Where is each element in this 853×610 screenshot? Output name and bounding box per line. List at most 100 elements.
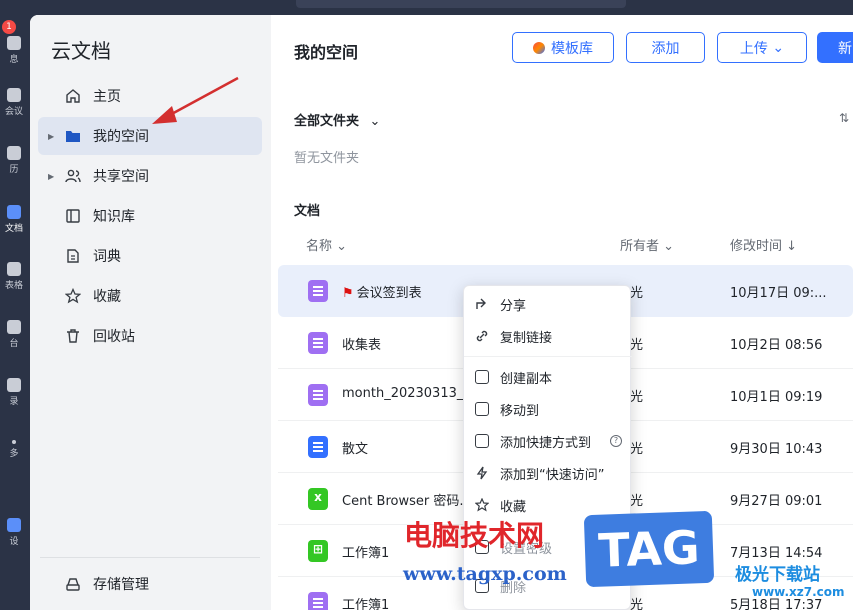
empty-folders-text: 暂无文件夹 xyxy=(294,151,360,166)
sheet-file-icon xyxy=(308,332,328,354)
file-modified: 7月13日 14:54 xyxy=(730,546,823,561)
file-name-text: 会议签到表 xyxy=(356,286,422,301)
rail-workspace[interactable]: 台 xyxy=(0,320,28,349)
watermark-site-url: www.tagxp.com xyxy=(403,563,567,585)
sheet-file-icon xyxy=(308,592,328,610)
button-label: 添加 xyxy=(651,40,680,57)
sidebar-item-label: 知识库 xyxy=(93,209,135,225)
file-name[interactable]: Cent Browser 密码... xyxy=(342,490,472,509)
file-modified: 10月2日 08:56 xyxy=(730,338,823,353)
lightning-icon xyxy=(476,466,488,480)
file-name[interactable]: 工作簿1 xyxy=(342,594,389,610)
caret-right-icon[interactable]: ▶ xyxy=(48,172,54,181)
help-icon[interactable]: ? xyxy=(610,435,622,447)
camera-icon xyxy=(7,88,21,102)
sidebar-item-knowledge[interactable]: 知识库 xyxy=(38,197,262,235)
sheet-file-icon xyxy=(308,384,328,406)
sidebar-item-my-space[interactable]: ▶ 我的空间 xyxy=(38,117,262,155)
menu-item-move-to[interactable]: 移动到 xyxy=(464,393,632,425)
rail-label: 设 xyxy=(9,537,19,547)
file-name[interactable]: 散文 xyxy=(342,438,368,457)
flag-icon: ⚑ xyxy=(342,286,354,301)
menu-item-add-shortcut[interactable]: 添加快捷方式到 ? xyxy=(464,425,632,457)
menu-item-share[interactable]: 分享 xyxy=(464,288,632,320)
storage-management-button[interactable]: 存储管理 xyxy=(38,566,262,602)
caret-right-icon[interactable]: ▶ xyxy=(48,132,54,141)
rail-label: 文档 xyxy=(4,224,23,234)
star-icon xyxy=(475,498,489,512)
notification-badge: 1 xyxy=(2,20,16,34)
column-header-modified[interactable]: 修改时间 ↓ xyxy=(730,235,797,254)
new-button[interactable]: 新 xyxy=(817,32,853,63)
file-modified: 10月1日 09:19 xyxy=(730,390,823,405)
chevron-down-icon: ⌄ xyxy=(369,114,381,129)
menu-item-duplicate[interactable]: 创建副本 xyxy=(464,361,632,393)
button-label: 新 xyxy=(838,40,852,57)
sidebar-item-shared-space[interactable]: ▶ 共享空间 xyxy=(38,157,262,195)
star-icon xyxy=(65,288,81,304)
sort-icon[interactable]: ⇅ xyxy=(839,111,849,125)
brand-title: 云文档 xyxy=(51,39,111,63)
file-modified: 9月30日 10:43 xyxy=(730,442,823,457)
file-modified: 9月27日 09:01 xyxy=(730,494,823,509)
rail-more[interactable]: 多 xyxy=(0,440,28,459)
menu-item-label: 添加快捷方式到 xyxy=(500,435,592,451)
sidebar-item-label: 词典 xyxy=(93,249,121,265)
top-bar xyxy=(28,0,853,15)
folder-icon xyxy=(66,131,80,142)
more-icon xyxy=(12,440,16,444)
storage-icon xyxy=(66,578,80,591)
dictionary-icon xyxy=(67,249,79,263)
global-search-input[interactable] xyxy=(296,0,626,8)
bell-icon xyxy=(7,36,21,50)
rail-label: 录 xyxy=(9,397,19,407)
sidebar-item-favorites[interactable]: 收藏 xyxy=(38,277,262,315)
file-name[interactable]: month_20230313_2 xyxy=(342,386,472,401)
all-folders-dropdown[interactable]: 全部文件夹 ⌄ xyxy=(294,110,380,129)
section-label: 全部文件夹 xyxy=(294,114,360,129)
rail-meetings[interactable]: 会议 xyxy=(0,88,28,117)
menu-item-label: 添加到“快速访问” xyxy=(500,467,605,483)
menu-item-label: 收藏 xyxy=(500,499,527,515)
excel-file-icon: x xyxy=(308,488,328,510)
menu-item-label: 分享 xyxy=(500,298,527,314)
column-header-name[interactable]: 名称 ⌄ xyxy=(306,235,347,254)
rail-messages[interactable]: 息 xyxy=(0,36,28,65)
button-label: 上传 xyxy=(739,40,768,57)
rail-label: 历 xyxy=(9,165,19,175)
file-modified: 10月17日 09:... xyxy=(730,286,827,301)
watermark-brand2-url: www.xz7.com xyxy=(752,585,845,599)
button-label: 模板库 xyxy=(551,40,593,57)
file-name[interactable]: 收集表 xyxy=(342,334,381,353)
file-name[interactable]: ⚑ 会议签到表 xyxy=(342,282,422,301)
rail-settings[interactable]: 设 xyxy=(0,518,28,547)
template-library-button[interactable]: 模板库 xyxy=(512,32,614,63)
book-icon xyxy=(66,209,80,223)
chevron-down-icon: ⌄ xyxy=(772,39,785,56)
rail-label: 会议 xyxy=(4,107,23,117)
file-name[interactable]: 工作簿1 xyxy=(342,542,389,561)
sidebar-item-label: 共享空间 xyxy=(93,169,149,185)
rail-docs[interactable]: 文档 xyxy=(0,205,28,234)
menu-item-quick-access[interactable]: 添加到“快速访问” xyxy=(464,457,632,489)
menu-item-label: 移动到 xyxy=(500,403,540,419)
sidebar-item-label: 我的空间 xyxy=(93,129,149,145)
add-button[interactable]: 添加 xyxy=(626,32,705,63)
sidebar-item-home[interactable]: 主页 xyxy=(38,77,262,115)
docs-section-title: 文档 xyxy=(294,204,321,219)
sidebar-item-trash[interactable]: 回收站 xyxy=(38,317,262,355)
sidebar-item-label: 收藏 xyxy=(93,289,121,305)
rail-tables[interactable]: 表格 xyxy=(0,262,28,291)
watermark-site-cn: 电脑技术网 xyxy=(404,519,545,552)
rail-contacts[interactable]: 录 xyxy=(0,378,28,407)
upload-button[interactable]: 上传 ⌄ xyxy=(717,32,807,63)
rail-calendar[interactable]: 历 xyxy=(0,146,28,175)
page-title: 我的空间 xyxy=(294,43,359,62)
sidebar-item-dictionary[interactable]: 词典 xyxy=(38,237,262,275)
rail-label: 表格 xyxy=(4,281,23,291)
watermark-tag-logo: TAG xyxy=(583,510,715,588)
calendar-icon xyxy=(7,146,21,160)
column-header-owner[interactable]: 所有者 ⌄ xyxy=(620,235,674,254)
menu-item-copy-link[interactable]: 复制链接 xyxy=(464,320,632,352)
menu-divider xyxy=(464,356,632,357)
